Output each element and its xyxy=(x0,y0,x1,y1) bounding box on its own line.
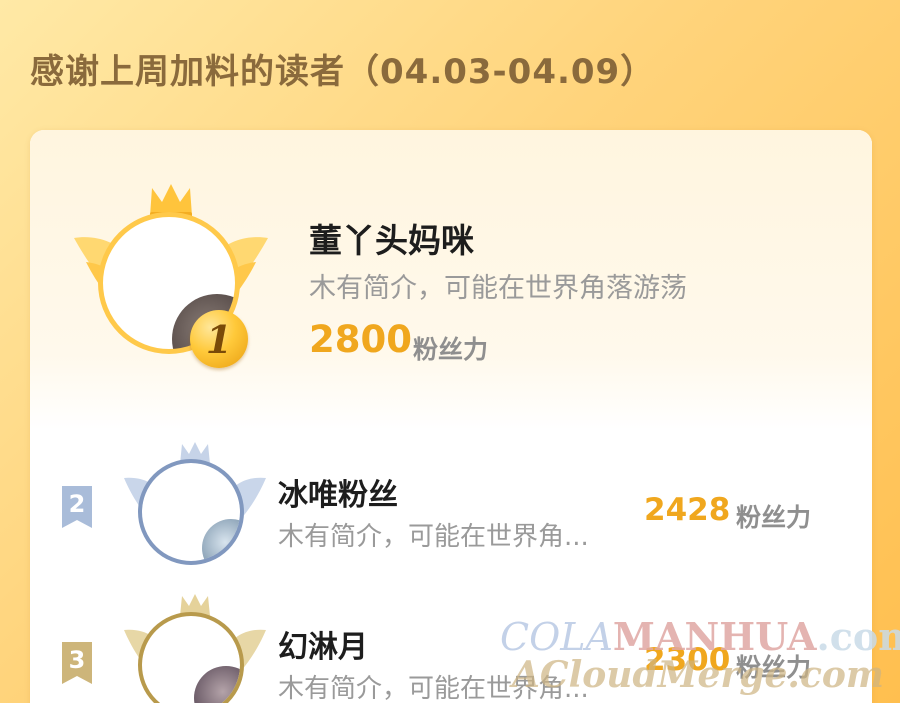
rank-3-label-wrap: 3 xyxy=(60,640,94,686)
reader-name[interactable]: 幻淋月 xyxy=(278,622,368,666)
avatar-ring xyxy=(138,459,244,565)
fan-power-score: 2300 xyxy=(644,642,731,678)
reader-bio: 木有简介，可能在世界角... xyxy=(278,674,589,703)
fan-power-score: 2800 xyxy=(309,318,412,361)
leaderboard-card: 1 董丫头妈咪 木有简介，可能在世界角落游荡 2800 粉丝力 2 冰唯粉丝 木… xyxy=(30,130,872,703)
fan-power-unit: 粉丝力 xyxy=(736,503,812,532)
fan-power-score: 2428 xyxy=(644,492,731,528)
rank-2-label-wrap: 2 xyxy=(60,484,94,530)
rank-3-number: 3 xyxy=(68,646,86,674)
reader-name[interactable]: 董丫头妈咪 xyxy=(309,214,474,262)
fan-power-unit: 粉丝力 xyxy=(413,335,489,364)
rank-2-number: 2 xyxy=(68,490,86,518)
reader-bio: 木有简介，可能在世界角落游荡 xyxy=(309,273,687,304)
page-title: 感谢上周加料的读者（04.03-04.09） xyxy=(30,52,656,92)
reader-bio: 木有简介，可能在世界角... xyxy=(278,522,589,552)
fan-power-unit: 粉丝力 xyxy=(736,653,812,682)
rank-1-medal: 1 xyxy=(190,310,248,368)
reader-name[interactable]: 冰唯粉丝 xyxy=(278,470,398,514)
